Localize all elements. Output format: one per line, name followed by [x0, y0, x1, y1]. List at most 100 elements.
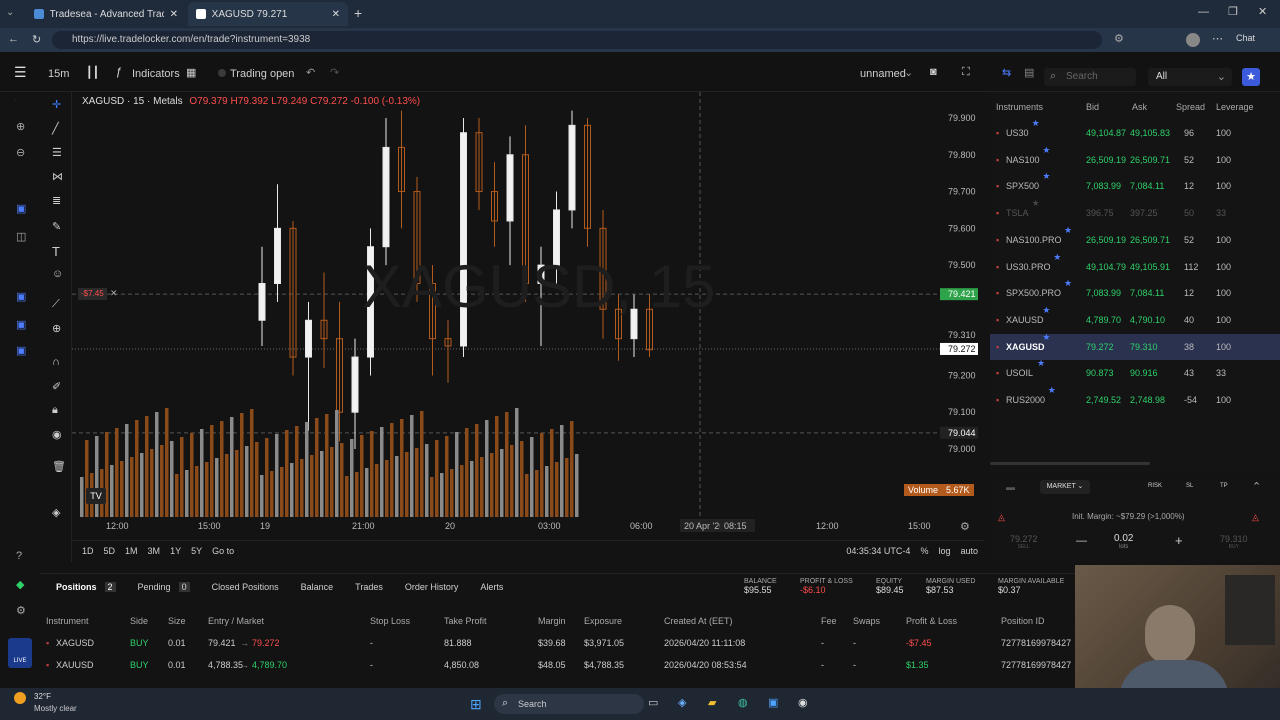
weather-desc[interactable]: Mostly clear: [34, 704, 77, 713]
fullscreen-icon[interactable]: ⛶: [962, 66, 970, 79]
buy-button[interactable]: 79.310 BUY: [1220, 534, 1248, 550]
file-explorer-icon[interactable]: ▰: [708, 696, 716, 709]
trend-line-icon[interactable]: ╱: [52, 122, 59, 135]
task-view-icon[interactable]: ▭: [648, 696, 658, 709]
panel-3-icon[interactable]: ▣: [16, 344, 26, 357]
weather-temp[interactable]: 32°F: [34, 692, 51, 701]
instrument-row-us30[interactable]: ▪ US30 49,104.87 49,105.83 96 100 ★: [990, 118, 1280, 146]
position-pl-label[interactable]: -$7.45: [78, 288, 107, 300]
sell-button[interactable]: 79.272 SELL: [1010, 534, 1038, 550]
range-5d[interactable]: 5D: [104, 546, 116, 556]
redo-icon[interactable]: ↷: [330, 66, 339, 79]
instrument-row-spx500-pro[interactable]: ▪ SPX500.PRO 7,083.99 7,084.11 12 100 ★: [990, 278, 1280, 306]
increase-lots-icon[interactable]: +: [1175, 533, 1183, 548]
back-icon[interactable]: ←: [8, 33, 19, 45]
instrument-row-rus2000[interactable]: ▪ RUS2000 2,749.52 2,748.98 -54 100 ★: [990, 385, 1280, 413]
collapse-icon[interactable]: ⌃: [1252, 480, 1261, 493]
goto-date[interactable]: Go to: [212, 546, 234, 556]
favorite-star-icon[interactable]: ★: [1042, 171, 1050, 182]
chart-settings-icon[interactable]: ⚙: [960, 520, 970, 533]
instrument-row-xagusd[interactable]: ▪ XAGUSD 79.272 79.310 38 100 ★: [990, 332, 1280, 360]
lots-stepper[interactable]: 0.02 lots: [1114, 533, 1133, 550]
extensions-icon[interactable]: ⚙: [1114, 32, 1124, 45]
tab-balance[interactable]: Balance: [301, 582, 334, 592]
eye-icon[interactable]: ◉: [52, 428, 62, 441]
percent-toggle[interactable]: %: [920, 546, 928, 556]
horizontal-scrollbar[interactable]: [990, 462, 1150, 465]
close-tab-icon[interactable]: ✕: [170, 9, 178, 20]
watchlist-icon[interactable]: ▤: [1024, 66, 1034, 79]
new-tab-icon[interactable]: +: [354, 5, 362, 21]
emoji-icon[interactable]: ☺: [52, 268, 63, 280]
tab-trades[interactable]: Trades: [355, 582, 383, 592]
instrument-row-nas100-pro[interactable]: ▪ NAS100.PRO 26,509.19 26,509.71 52 100 ★: [990, 225, 1280, 253]
instrument-row-tsla[interactable]: ▪ TSLA 396.75 397.25 50 33 ★: [990, 198, 1280, 226]
draw-mode-icon[interactable]: ✐: [52, 380, 61, 393]
decrease-lots-icon[interactable]: —: [1076, 535, 1087, 547]
instrument-row-nas100[interactable]: ▪ NAS100 26,509.19 26,509.71 52 100 ★: [990, 145, 1280, 173]
position-row[interactable]: ▪ XAUUSD BUY 0.01 4,788.35 4,789.70 - 4,850.08 $…: [40, 656, 1080, 676]
templates-icon[interactable]: ▦: [186, 66, 196, 79]
instrument-row-us30-pro[interactable]: ▪ US30.PRO 49,104.79 49,105.91 112 100 ★: [990, 252, 1280, 280]
indicators-button[interactable]: Indicators: [132, 68, 180, 80]
panel-2-icon[interactable]: ▣: [16, 318, 26, 331]
live-account-badge[interactable]: LIVE: [8, 638, 32, 668]
layers-icon[interactable]: ◈: [52, 506, 60, 519]
maximize-window-icon[interactable]: ❐: [1228, 5, 1238, 18]
ruler-icon[interactable]: ⟋: [52, 298, 60, 311]
zoom-out-icon[interactable]: ⊖: [16, 146, 25, 159]
browser-tab-xagusd[interactable]: XAGUSD 79.271 ✕: [188, 2, 348, 26]
zoom-in-icon[interactable]: ⊕: [16, 120, 25, 133]
copilot-chat-button[interactable]: Chat: [1236, 33, 1255, 43]
auto-toggle[interactable]: auto: [960, 546, 978, 556]
minimize-window-icon[interactable]: —: [1198, 6, 1209, 18]
close-tab-icon[interactable]: ✕: [332, 9, 340, 20]
tab-closed-positions[interactable]: Closed Positions: [212, 582, 279, 592]
text-tool-icon[interactable]: T: [52, 244, 60, 259]
help-icon[interactable]: ?: [16, 550, 22, 562]
close-window-icon[interactable]: ✕: [1258, 5, 1267, 18]
instruments-list-icon[interactable]: ⇆: [1002, 66, 1011, 79]
lock-icon[interactable]: 🔒︎: [52, 404, 58, 417]
favorite-star-icon[interactable]: ★: [1042, 332, 1050, 343]
horizontal-lines-icon[interactable]: ☰: [52, 146, 62, 159]
range-1d[interactable]: 1D: [82, 546, 94, 556]
layout-name[interactable]: unnamed: [860, 68, 906, 80]
log-toggle[interactable]: log: [938, 546, 950, 556]
favorite-star-icon[interactable]: ★: [1048, 385, 1056, 396]
instrument-row-xauusd[interactable]: ▪ XAUUSD 4,789.70 4,790.10 40 100 ★: [990, 305, 1280, 333]
range-3m[interactable]: 3M: [148, 546, 161, 556]
range-1m[interactable]: 1M: [125, 546, 138, 556]
tp-toggle[interactable]: TP: [1220, 483, 1228, 489]
sl-toggle[interactable]: SL: [1186, 483, 1193, 489]
panel-1-icon[interactable]: ▣: [16, 290, 26, 303]
tab-menu-icon[interactable]: ⌄: [6, 7, 14, 18]
magnet-icon[interactable]: ∩: [52, 356, 60, 368]
tab-positions[interactable]: Positions: [56, 582, 97, 592]
range-5y[interactable]: 5Y: [191, 546, 202, 556]
reload-icon[interactable]: ↻: [32, 33, 41, 46]
hamburger-menu-icon[interactable]: ☰: [14, 64, 27, 81]
favorite-star-icon[interactable]: ★: [1064, 225, 1072, 236]
crosshair-icon[interactable]: ✛: [52, 98, 61, 111]
timeframe-selector[interactable]: 15m: [48, 68, 69, 80]
range-1y[interactable]: 1Y: [170, 546, 181, 556]
chevron-down-icon[interactable]: ⌄: [904, 66, 913, 79]
favorite-star-icon[interactable]: ★: [1064, 278, 1072, 289]
fib-tool-icon[interactable]: ≣: [52, 194, 61, 207]
magnifier-icon[interactable]: ⊕: [52, 322, 61, 335]
tab-order-history[interactable]: Order History: [405, 582, 459, 592]
trash-icon[interactable]: 🗑︎: [52, 460, 66, 473]
position-row[interactable]: ▪ XAGUSD BUY 0.01 79.421 79.272 - 81.888 $39.68 $…: [40, 634, 1080, 654]
brush-icon[interactable]: ✎: [52, 220, 61, 233]
favorite-star-icon[interactable]: ★: [1042, 305, 1050, 316]
favorite-star-icon[interactable]: ★: [1037, 358, 1045, 369]
url-field[interactable]: https://live.tradelocker.com/en/trade?in…: [52, 31, 1102, 49]
instrument-search-input[interactable]: ⌕ Search: [1044, 68, 1136, 86]
chart-type-icon[interactable]: ┃┃: [86, 66, 99, 79]
risk-toggle[interactable]: RISK: [1148, 483, 1162, 489]
price-chart[interactable]: 79.900 79.800 79.700 79.600 79.500 79.421 79.3…: [72, 92, 984, 540]
taskbar-search[interactable]: ⌕ Search: [494, 694, 644, 714]
more-menu-icon[interactable]: ⋯: [1212, 32, 1223, 45]
close-position-icon[interactable]: ✕: [110, 288, 118, 299]
